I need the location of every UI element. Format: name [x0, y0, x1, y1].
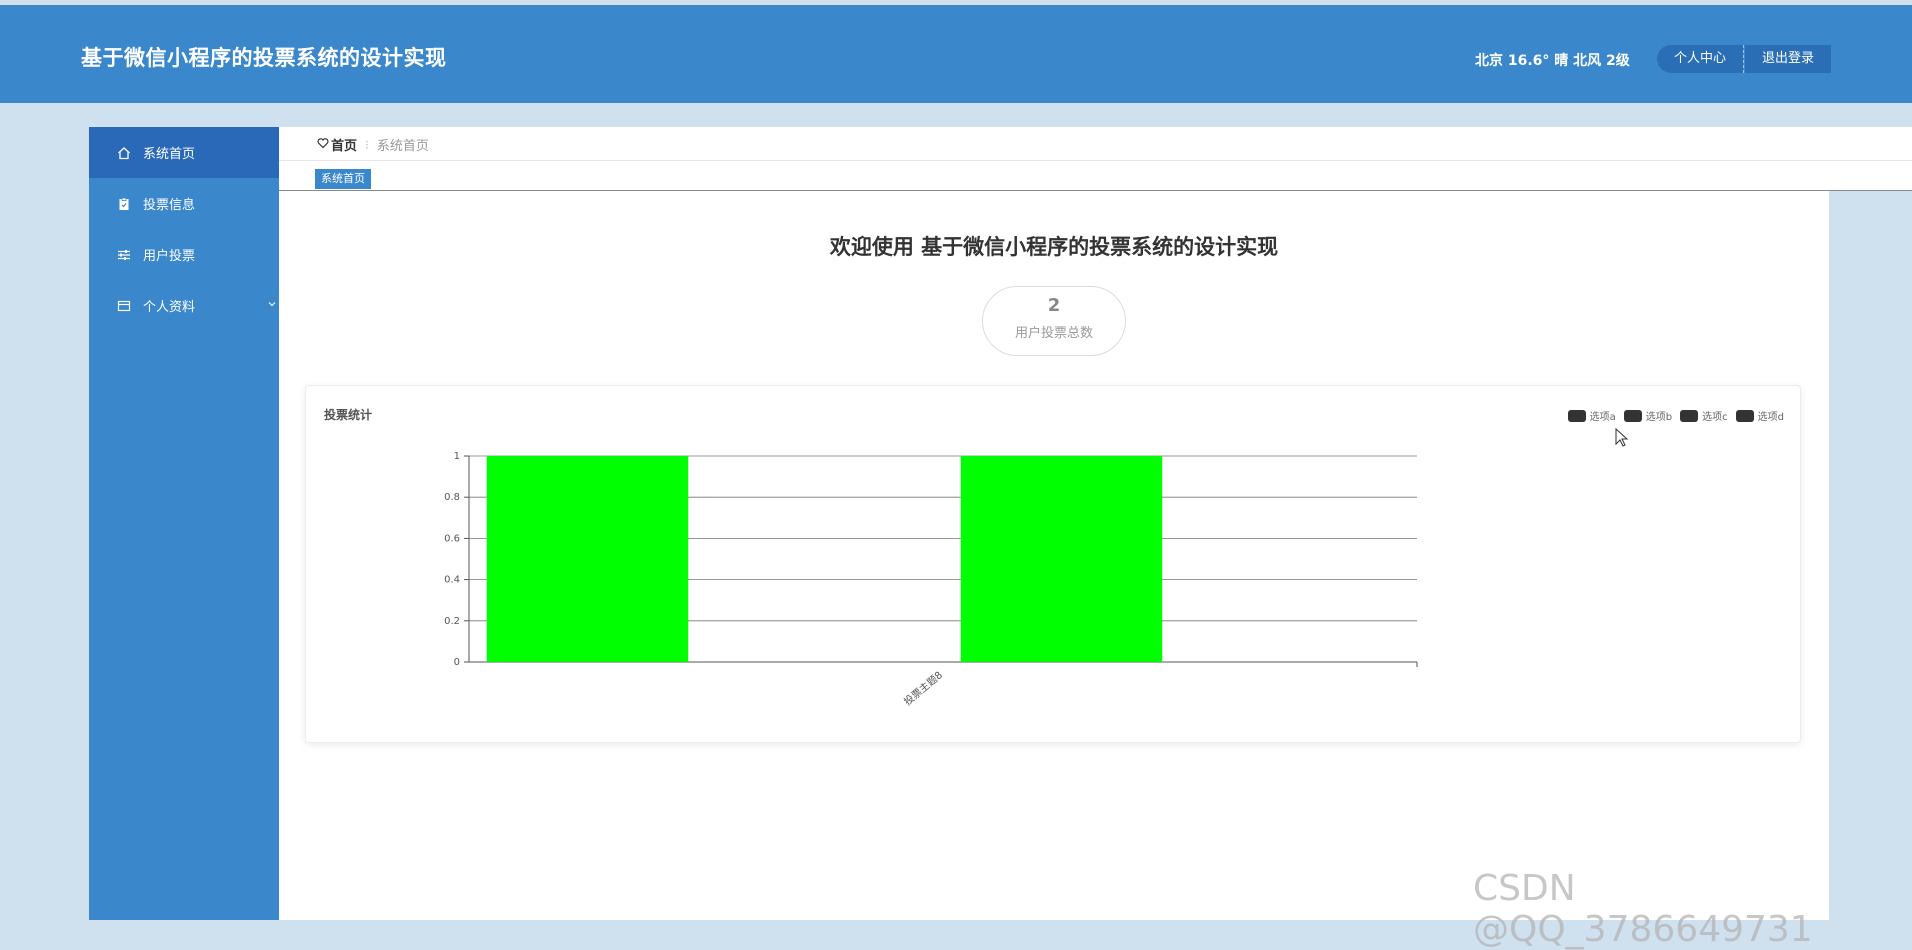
app-title: 基于微信小程序的投票系统的设计实现: [81, 46, 447, 70]
watermark: CSDN @QQ_3786649731: [1473, 868, 1813, 950]
logout-button[interactable]: 退出登录: [1745, 45, 1832, 73]
y-tick-label: 0.8: [444, 492, 460, 503]
sidebar-menu: 系统首页 投票信息 用户投票 个人资料: [89, 127, 279, 920]
breadcrumb: 首页 ⁝ 系统首页: [317, 135, 429, 154]
y-tick-label: 0.4: [444, 575, 460, 586]
y-tick-label: 0: [454, 657, 460, 668]
tab-bar: 系统首页: [279, 161, 1912, 191]
vote-chart-card: 投票统计 选项a 选项b 选项c 选项d 0 0.2 0.4 0.6 0.8 1 投票主题8: [305, 385, 1801, 743]
breadcrumb-separator-icon: ⁝: [365, 137, 369, 152]
chevron-down-icon: [267, 298, 277, 308]
x-tick-label: 投票主题8: [901, 668, 945, 708]
home-icon: [117, 146, 131, 160]
main-content: 欢迎使用 基于微信小程序的投票系统的设计实现 2 用户投票总数 投票统计 选项a…: [279, 191, 1829, 920]
profile-center-button[interactable]: 个人中心: [1657, 45, 1744, 73]
header-actions: 个人中心 退出登录: [1657, 45, 1832, 73]
y-tick-label: 0.6: [444, 533, 460, 544]
sidebar-item-label: 投票信息: [143, 198, 196, 213]
vote-total-label: 用户投票总数: [1014, 326, 1093, 341]
welcome-title: 欢迎使用 基于微信小程序的投票系统的设计实现: [829, 235, 1279, 259]
bar: [486, 456, 689, 662]
sidebar-item-profile[interactable]: 个人资料: [89, 280, 279, 331]
mouse-cursor-icon: [1615, 427, 1629, 452]
sidebar-item-label: 个人资料: [143, 300, 196, 315]
y-tick-label: 0.2: [444, 616, 460, 627]
tab-home[interactable]: 系统首页: [315, 169, 371, 189]
top-header: 基于微信小程序的投票系统的设计实现 北京 16.6° 晴 北风 2级 个人中心 …: [0, 5, 1912, 103]
bar: [960, 456, 1163, 662]
sidebar-item-home[interactable]: 系统首页: [89, 127, 279, 178]
weather-info: 北京 16.6° 晴 北风 2级: [1475, 53, 1630, 69]
clipboard-icon: [117, 197, 131, 211]
vote-total-value: 2: [1047, 295, 1061, 316]
breadcrumb-home[interactable]: 首页: [331, 135, 357, 154]
bar-chart: 0 0.2 0.4 0.6 0.8 1 投票主题8: [444, 451, 1418, 708]
sidebar-item-label: 用户投票: [143, 249, 196, 264]
breadcrumb-bar: 首页 ⁝ 系统首页: [279, 127, 1912, 161]
sidebar-item-label: 系统首页: [143, 147, 196, 162]
card-icon: [117, 299, 131, 313]
breadcrumb-current: 系统首页: [376, 139, 429, 154]
sliders-icon: [117, 248, 131, 262]
sidebar-item-vote-info[interactable]: 投票信息: [89, 178, 279, 229]
y-tick-label: 1: [454, 451, 460, 462]
sidebar-item-user-vote[interactable]: 用户投票: [89, 229, 279, 280]
heart-icon: [317, 137, 329, 153]
vote-total-card: 2 用户投票总数: [982, 286, 1126, 356]
